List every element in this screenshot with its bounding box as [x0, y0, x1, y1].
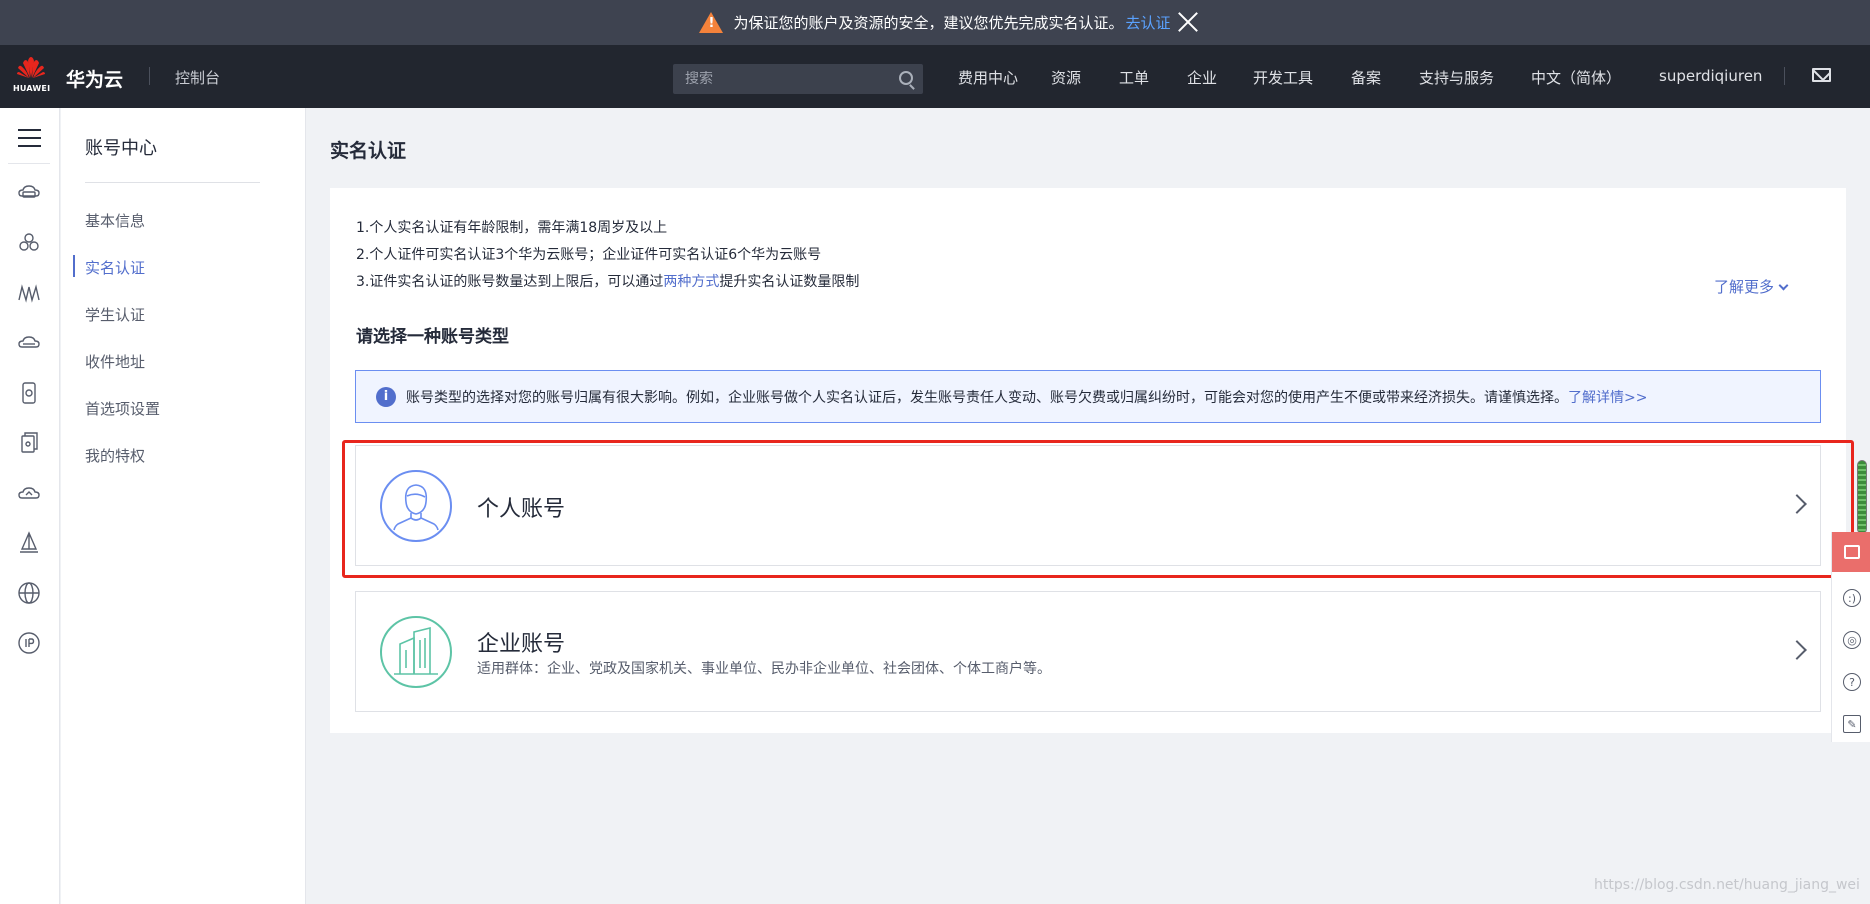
- top-nav-bar: HUAWEI 华为云 控制台 费用中心 资源 工单 企业 开发工具 备案 支持与…: [0, 45, 1870, 108]
- smile-icon[interactable]: :): [1843, 589, 1861, 607]
- close-icon[interactable]: [1174, 8, 1202, 36]
- subnav-title: 账号中心: [85, 138, 157, 159]
- info-icon: i: [376, 386, 396, 407]
- cluster-icon[interactable]: [17, 231, 41, 255]
- warning-icon: !: [699, 12, 724, 33]
- subnav-item-student[interactable]: 学生认证: [85, 304, 145, 325]
- divider: [1784, 67, 1785, 85]
- chat-icon: [1843, 545, 1860, 559]
- search-icon[interactable]: [899, 71, 913, 85]
- network-icon[interactable]: [17, 281, 41, 305]
- menu-icon[interactable]: [18, 129, 41, 148]
- globe-icon[interactable]: [17, 581, 41, 605]
- ip-icon[interactable]: [17, 631, 41, 655]
- rule-2: 2.个人证件可实名认证3个华为云账号；企业证件可实名认证6个华为云账号: [356, 247, 822, 263]
- subnav-item-privileges[interactable]: 我的特权: [85, 445, 145, 466]
- two-methods-link[interactable]: 两种方式: [663, 274, 719, 290]
- edit-icon[interactable]: ✎: [1843, 715, 1861, 733]
- chevron-right-icon: [1787, 494, 1807, 514]
- personal-account-title: 个人账号: [477, 497, 566, 522]
- logo-text: HUAWEI: [13, 84, 51, 93]
- mail-icon[interactable]: [1812, 68, 1831, 82]
- subnav-item-preferences[interactable]: 首选项设置: [85, 398, 160, 419]
- info-text: 账号类型的选择对您的账号归属有很大影响。例如，企业账号做个人实名认证后，发生账号…: [406, 389, 1568, 406]
- subnav-item-address[interactable]: 收件地址: [85, 351, 145, 372]
- subnav-item-real-name[interactable]: 实名认证: [85, 257, 145, 278]
- info-banner: i 账号类型的选择对您的账号归属有很大影响。例如，企业账号做个人实名认证后，发生…: [355, 370, 1821, 423]
- rule-3-prefix: 3.证件实名认证的账号数量达到上限后，可以通过: [356, 274, 664, 290]
- search-input[interactable]: [673, 71, 883, 87]
- building-icon: [380, 616, 452, 688]
- cloud-server-icon[interactable]: [17, 181, 41, 205]
- nav-support[interactable]: 支持与服务: [1419, 67, 1494, 88]
- nav-resources[interactable]: 资源: [1051, 67, 1081, 88]
- nav-tickets[interactable]: 工单: [1119, 67, 1149, 88]
- nav-username[interactable]: superdiqiuren: [1659, 67, 1762, 85]
- nav-enterprise[interactable]: 企业: [1187, 67, 1217, 88]
- device-icon[interactable]: [17, 381, 41, 405]
- cloud-icon[interactable]: [17, 481, 41, 505]
- chevron-right-icon: [1787, 640, 1807, 660]
- person-icon: [380, 470, 452, 542]
- huawei-logo-icon: [17, 57, 45, 78]
- rule-3-suffix: 提升实名认证数量限制: [719, 274, 860, 290]
- sail-icon[interactable]: [17, 531, 41, 555]
- account-center-nav: 账号中心 基本信息 实名认证 学生认证 收件地址 首选项设置 我的特权: [61, 108, 306, 904]
- help-icon[interactable]: ?: [1843, 673, 1861, 691]
- enterprise-account-title: 企业账号: [477, 632, 566, 657]
- feedback-button[interactable]: [1832, 532, 1870, 572]
- storage-icon[interactable]: [17, 331, 41, 355]
- nav-billing[interactable]: 费用中心: [958, 67, 1018, 88]
- divider: [8, 163, 50, 164]
- choose-account-type-heading: 请选择一种账号类型: [356, 327, 509, 347]
- nav-language[interactable]: 中文（简体）: [1531, 67, 1621, 88]
- active-indicator: [73, 255, 75, 277]
- service-rail: [0, 108, 60, 904]
- brand-name[interactable]: 华为云: [66, 65, 123, 92]
- notice-bar: ! 为保证您的账户及资源的安全，建议您优先完成实名认证。 去认证: [0, 0, 1870, 45]
- console-link[interactable]: 控制台: [175, 67, 220, 88]
- learn-more-link[interactable]: 了解更多: [1714, 276, 1789, 297]
- floating-toolbar: :) ◎ ? ✎: [1831, 532, 1870, 742]
- enterprise-account-subtitle: 适用群体：企业、党政及国家机关、事业单位、民办非企业单位、社会团体、个体工商户等…: [477, 661, 1051, 677]
- enterprise-account-card[interactable]: 企业账号 适用群体：企业、党政及国家机关、事业单位、民办非企业单位、社会团体、个…: [355, 591, 1821, 712]
- rule-1: 1.个人实名认证有年龄限制，需年满18周岁及以上: [356, 220, 668, 236]
- files-icon[interactable]: [17, 431, 41, 455]
- notice-verify-link[interactable]: 去认证: [1126, 12, 1171, 33]
- personal-account-card[interactable]: 个人账号: [355, 445, 1821, 566]
- page-title: 实名认证: [330, 140, 407, 162]
- subnav-item-basic-info[interactable]: 基本信息: [85, 210, 145, 231]
- huawei-logo[interactable]: HUAWEI: [13, 57, 51, 95]
- divider: [85, 182, 260, 183]
- learn-more-label: 了解更多: [1714, 278, 1775, 296]
- verification-panel: 1.个人实名认证有年龄限制，需年满18周岁及以上 2.个人证件可实名认证3个华为…: [330, 188, 1846, 733]
- nav-dev-tools[interactable]: 开发工具: [1253, 67, 1313, 88]
- notice-text: 为保证您的账户及资源的安全，建议您优先完成实名认证。: [733, 14, 1124, 32]
- nav-icp[interactable]: 备案: [1351, 67, 1381, 88]
- watermark: https://blog.csdn.net/huang_jiang_wei: [1594, 877, 1860, 893]
- search-box: [673, 64, 923, 94]
- headset-icon[interactable]: ◎: [1843, 631, 1861, 649]
- scroll-handle[interactable]: [1857, 460, 1867, 534]
- chevron-down-icon: [1778, 280, 1789, 291]
- details-link[interactable]: 了解详情>>: [1568, 387, 1647, 407]
- rule-3: 3.证件实名认证的账号数量达到上限后，可以通过两种方式提升实名认证数量限制: [356, 271, 859, 291]
- divider: [149, 67, 150, 85]
